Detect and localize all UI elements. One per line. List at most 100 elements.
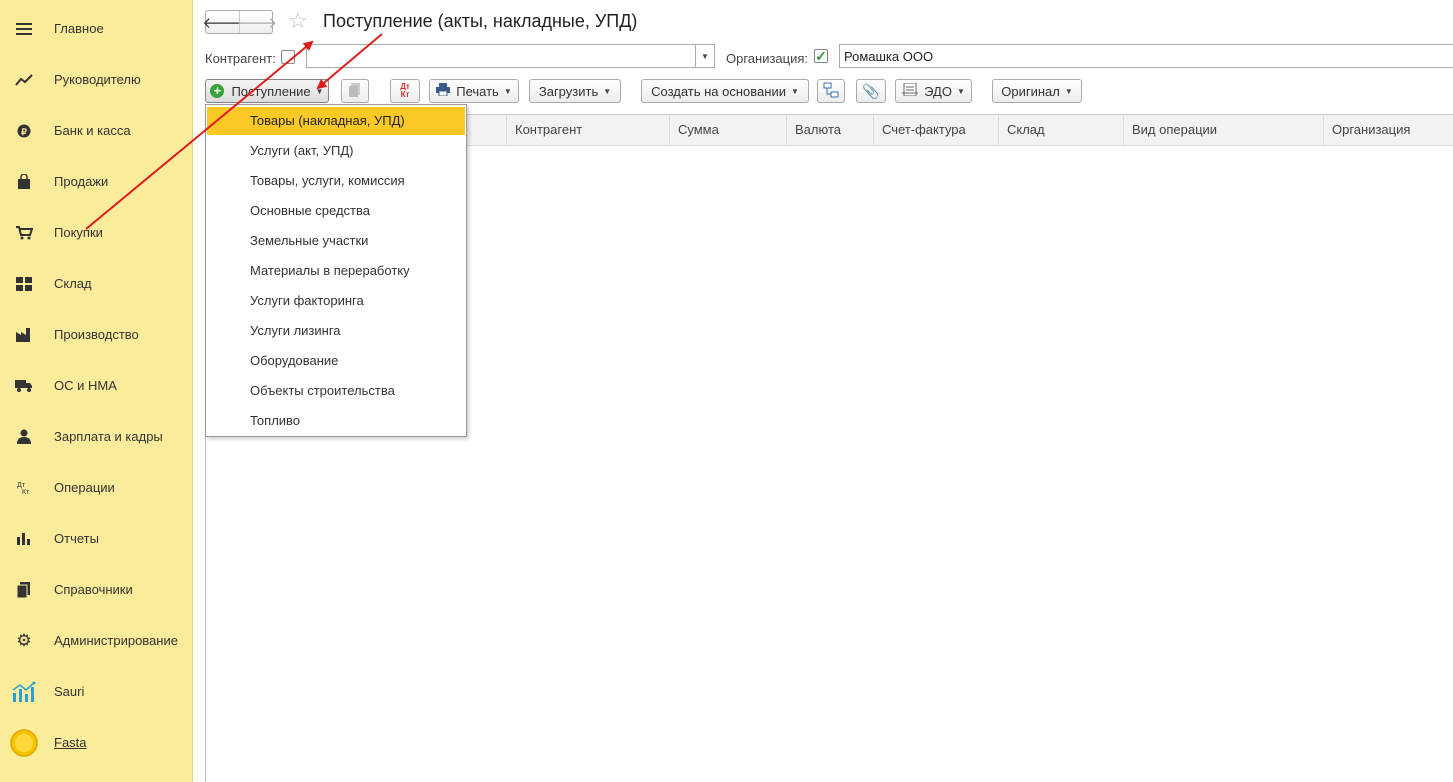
paperclip-icon: 📎	[862, 82, 880, 99]
factory-icon	[14, 325, 34, 345]
menu-item-services[interactable]: Услуги (акт, УПД)	[207, 137, 465, 165]
menu-item-fixed-assets[interactable]: Основные средства	[207, 197, 465, 225]
column-header-invoice[interactable]: Счет-фактура	[873, 115, 998, 145]
sidebar-item-purchases[interactable]: Покупки	[0, 207, 193, 258]
svg-text:₽: ₽	[21, 127, 27, 137]
copy-document-button[interactable]	[341, 79, 369, 103]
document-copy-icon	[349, 82, 361, 100]
chevron-down-icon: ▼	[1064, 86, 1073, 96]
truck-icon	[14, 376, 34, 396]
menu-item-leasing[interactable]: Услуги лизинга	[207, 317, 465, 345]
plus-circle-icon: +	[210, 84, 225, 98]
forward-button[interactable]: 🡒	[236, 11, 278, 33]
attachments-button[interactable]: 📎	[856, 79, 886, 103]
column-header-currency[interactable]: Валюта	[786, 115, 873, 145]
coin-icon: ₽	[14, 121, 34, 141]
menu-item-construction[interactable]: Объекты строительства	[207, 377, 465, 405]
sidebar-item-salary[interactable]: Зарплата и кадры	[0, 411, 193, 462]
favorite-star-icon[interactable]: ☆	[288, 9, 308, 33]
arrow-right-icon: 🡒	[236, 14, 278, 32]
menu-item-goods[interactable]: Товары (накладная, УПД)	[207, 107, 465, 135]
column-header-organization[interactable]: Организация	[1323, 115, 1445, 145]
counterparty-dropdown-button[interactable]: ▼	[695, 44, 715, 68]
counterparty-checkbox[interactable]	[281, 50, 295, 64]
structure-button[interactable]	[817, 79, 845, 103]
menu-item-fuel[interactable]: Топливо	[207, 407, 465, 435]
create-based-button-label: Создать на основании	[651, 83, 786, 99]
sidebar-item-label: Продажи	[54, 174, 109, 189]
person-icon	[14, 427, 34, 447]
cart-icon	[14, 223, 34, 243]
hamburger-icon	[14, 19, 34, 39]
organization-label: Организация:	[726, 51, 809, 66]
sidebar-item-reports[interactable]: Отчеты	[0, 513, 193, 564]
original-button-label: Оригинал	[1001, 83, 1060, 99]
sidebar-item-label: Операции	[54, 480, 115, 495]
sidebar-item-label: Справочники	[54, 582, 133, 597]
svg-text:Кт: Кт	[22, 489, 30, 495]
sidebar-item-manager[interactable]: Руководителю	[0, 54, 193, 105]
sidebar-item-label: Производство	[54, 327, 139, 342]
hierarchy-icon	[823, 82, 839, 101]
column-header-operation-type[interactable]: Вид операции	[1123, 115, 1323, 145]
column-header-counterparty[interactable]: Контрагент	[506, 115, 669, 145]
load-button-label: Загрузить	[538, 83, 599, 99]
receipt-type-menu: Товары (накладная, УПД) Услуги (акт, УПД…	[205, 104, 467, 437]
sidebar-item-bank[interactable]: ₽ Банк и касса	[0, 105, 193, 156]
dt-kt-icon: Дт Кт	[14, 478, 34, 498]
column-header-amount[interactable]: Сумма	[669, 115, 786, 145]
chevron-down-icon: ▼	[315, 86, 324, 96]
sidebar-item-sauri[interactable]: Sauri	[0, 666, 193, 717]
counterparty-label: Контрагент:	[205, 51, 276, 66]
sidebar-item-label: ОС и НМА	[54, 378, 117, 393]
sidebar-item-sales[interactable]: Продажи	[0, 156, 193, 207]
sidebar-item-production[interactable]: Производство	[0, 309, 193, 360]
gear-icon: ⚙	[16, 630, 32, 650]
edo-icon	[902, 82, 919, 99]
organization-input[interactable]: Ромашка ООО	[839, 44, 1453, 68]
printer-icon	[436, 83, 451, 99]
menu-item-goods-services-commission[interactable]: Товары, услуги, комиссия	[207, 167, 465, 195]
menu-item-factoring[interactable]: Услуги факторинга	[207, 287, 465, 315]
dt-kt-icon: Дт Кт	[400, 82, 410, 99]
trend-icon	[14, 70, 34, 90]
sidebar: Главное Руководителю ₽ Банк и касса Прод…	[0, 0, 193, 782]
back-button[interactable]: 🡐	[202, 11, 243, 33]
load-button[interactable]: Загрузить ▼	[529, 79, 621, 103]
sidebar-item-label: Склад	[54, 276, 92, 291]
history-nav: 🡐 🡒	[202, 10, 278, 34]
sidebar-item-warehouse[interactable]: Склад	[0, 258, 193, 309]
menu-item-land-plots[interactable]: Земельные участки	[207, 227, 465, 255]
bar-chart-icon	[14, 529, 34, 549]
receipt-create-button[interactable]: + Поступление ▼	[205, 79, 329, 103]
page-title: Поступление (акты, накладные, УПД)	[323, 11, 638, 31]
sidebar-item-main[interactable]: Главное	[0, 3, 193, 54]
menu-item-equipment[interactable]: Оборудование	[207, 347, 465, 375]
sidebar-item-label: Банк и касса	[54, 123, 131, 138]
sidebar-item-label: Sauri	[54, 684, 85, 699]
sidebar-item-label: Главное	[54, 21, 104, 36]
sidebar-item-label: Зарплата и кадры	[54, 429, 163, 444]
organization-checkbox[interactable]: ✓	[814, 47, 828, 64]
counterparty-input[interactable]	[306, 44, 696, 68]
sidebar-item-fasta[interactable]: Fasta	[0, 717, 193, 768]
sidebar-item-fixed-assets[interactable]: ОС и НМА	[0, 360, 193, 411]
menu-item-materials-processing[interactable]: Материалы в переработку	[207, 257, 465, 285]
sidebar-item-directories[interactable]: Справочники	[0, 564, 193, 615]
sidebar-item-operations[interactable]: Дт Кт Операции	[0, 462, 193, 513]
chevron-down-icon: ▼	[503, 86, 512, 96]
chevron-down-icon: ▼	[956, 86, 965, 96]
edo-button[interactable]: ЭДО ▼	[895, 79, 972, 103]
sidebar-item-administration[interactable]: ⚙ Администрирование	[0, 615, 193, 666]
print-button-label: Печать	[456, 83, 499, 99]
create-based-on-button[interactable]: Создать на основании ▼	[641, 79, 809, 103]
check-icon: ✓	[815, 47, 827, 64]
column-header-warehouse[interactable]: Склад	[998, 115, 1123, 145]
print-button[interactable]: Печать ▼	[429, 79, 519, 103]
sidebar-item-label: Отчеты	[54, 531, 99, 546]
sidebar-item-label: Покупки	[54, 225, 103, 240]
posting-button[interactable]: Дт Кт	[390, 79, 420, 103]
svg-text:Дт: Дт	[17, 482, 26, 489]
sidebar-item-label: Руководителю	[54, 72, 141, 87]
original-button[interactable]: Оригинал ▼	[992, 79, 1082, 103]
